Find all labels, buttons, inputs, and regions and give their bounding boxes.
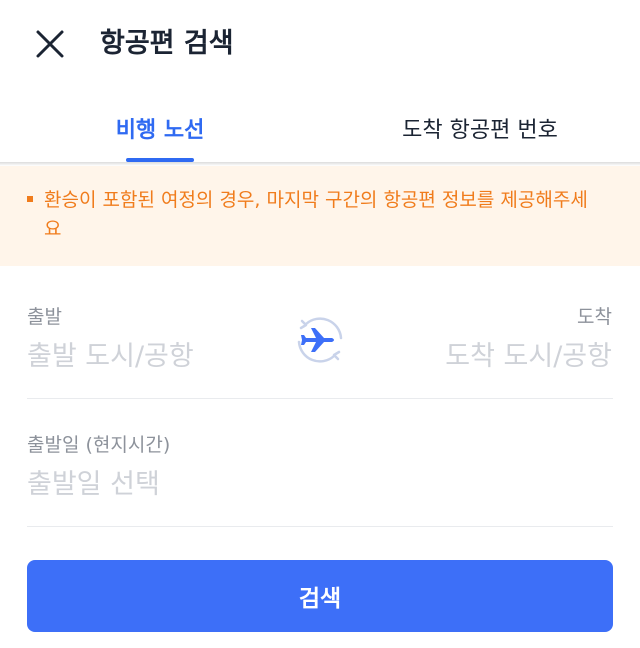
transfer-notice: 환승이 포함된 여정의 경우, 마지막 구간의 항공편 정보를 제공해주세요	[0, 166, 640, 266]
arrival-label: 도착	[577, 306, 612, 328]
page-title: 항공편 검색	[100, 28, 234, 59]
arrival-input[interactable]: 도착 도시/공항	[445, 334, 612, 373]
notice-text: 환승이 포함된 여정의 경우, 마지막 구간의 항공편 정보를 제공해주세요	[44, 189, 588, 240]
departure-date-label: 출발일 (현지시간)	[27, 434, 171, 456]
airplane-swap-icon	[297, 317, 343, 363]
departure-input[interactable]: 출발 도시/공항	[27, 334, 194, 373]
notice-bullet-icon	[27, 196, 33, 202]
tab-bar: 비행 노선 도착 항공편 번호	[0, 100, 640, 164]
close-icon	[36, 30, 64, 58]
header: 항공편 검색	[0, 0, 640, 88]
divider	[27, 398, 613, 399]
search-button[interactable]: 검색	[27, 560, 613, 632]
divider	[27, 526, 613, 527]
close-button[interactable]	[28, 22, 72, 66]
departure-date-input[interactable]: 출발일 선택	[27, 462, 160, 501]
swap-button[interactable]	[292, 312, 348, 368]
tab-flight-route[interactable]: 비행 노선	[60, 100, 260, 164]
tab-arrival-flight-number[interactable]: 도착 항공편 번호	[380, 100, 580, 164]
departure-label: 출발	[27, 306, 62, 328]
